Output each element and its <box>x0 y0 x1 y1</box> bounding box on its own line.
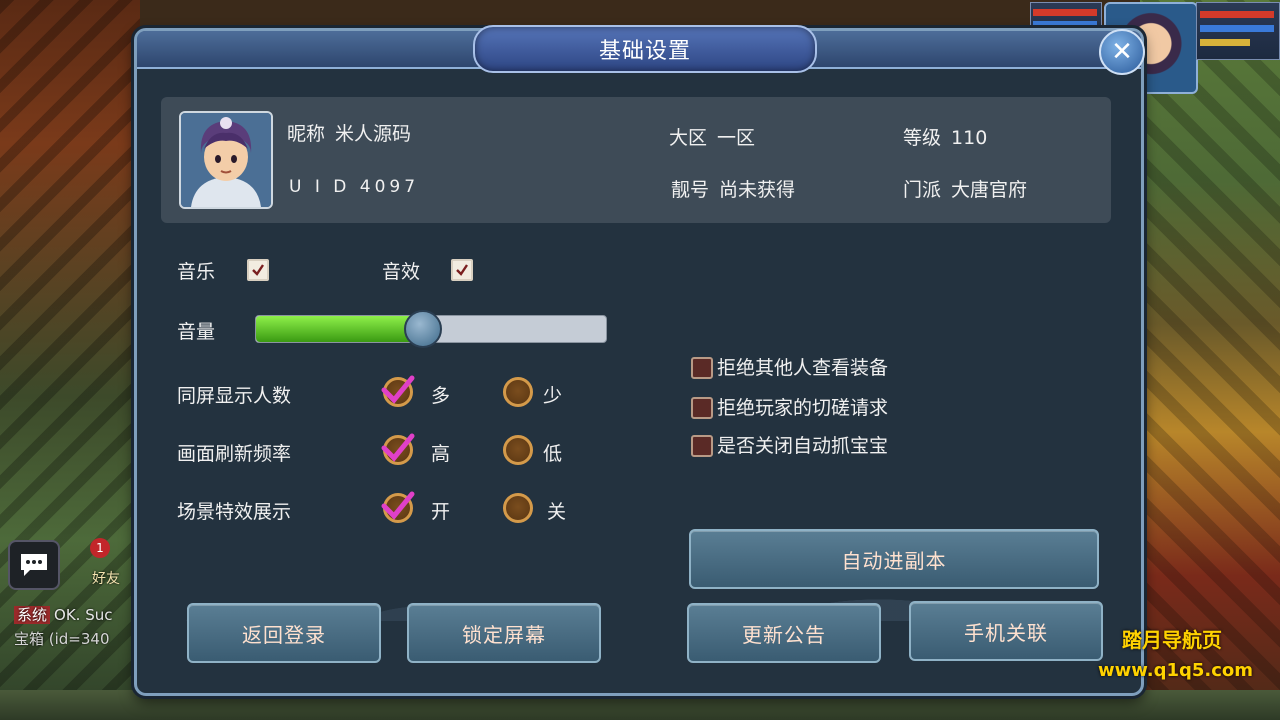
volume-fill <box>256 316 421 342</box>
option-2-b-label: 关 <box>547 501 567 523</box>
volume-slider[interactable] <box>255 310 607 348</box>
option-0-b-radio[interactable] <box>503 377 533 407</box>
sect-label: 门派 <box>903 179 942 201</box>
privacy-1-checkbox[interactable] <box>691 397 713 419</box>
region-row: 大区 一区 <box>669 123 755 150</box>
nickname-value: 米人源码 <box>335 123 412 145</box>
chat-bubble-icon <box>21 554 47 576</box>
magenta-check-icon <box>381 375 415 404</box>
region-value: 一区 <box>717 127 756 149</box>
level-row: 等级 110 <box>903 123 987 150</box>
nickname-row: 昵称 米人源码 <box>287 119 411 146</box>
option-2-a-radio[interactable] <box>381 491 415 523</box>
friend-badge: 1 <box>90 538 110 558</box>
close-icon: ✕ <box>1111 37 1133 67</box>
option-0-b-label: 少 <box>543 385 563 407</box>
option-2-b-radio[interactable] <box>503 493 533 523</box>
checkmark-icon <box>252 264 264 276</box>
player-sp-bar <box>1200 39 1250 46</box>
option-1-b-label: 低 <box>543 443 563 465</box>
lock-screen-button[interactable]: 锁定屏幕 <box>407 603 601 663</box>
privacy-1-label: 拒绝玩家的切磋请求 <box>717 397 889 419</box>
region-label: 大区 <box>669 127 708 149</box>
player-hp-bar <box>1200 11 1274 18</box>
character-avatar <box>179 111 273 209</box>
pet-mp-bar <box>1033 21 1097 28</box>
option-label: 场景特效展示 <box>177 501 292 523</box>
volume-knob[interactable] <box>403 310 442 348</box>
checkmark-icon <box>456 264 468 276</box>
title-row: 靓号 尚未获得 <box>671 175 795 202</box>
option-label: 同屏显示人数 <box>177 385 292 407</box>
system-chat-log: 系统 OK. Suc 宝箱 (id=340 <box>14 603 112 651</box>
sfx-label: 音效 <box>382 261 421 283</box>
level-value: 110 <box>951 127 988 149</box>
option-1-b-radio[interactable] <box>503 435 533 465</box>
title-label: 靓号 <box>671 179 710 201</box>
option-label: 画面刷新频率 <box>177 443 292 465</box>
music-checkbox[interactable] <box>247 259 269 281</box>
privacy-0-label: 拒绝其他人查看装备 <box>717 357 889 379</box>
option-2-a-label: 开 <box>431 501 451 523</box>
privacy-0-checkbox[interactable] <box>691 357 713 379</box>
profile-info-box: 昵称 米人源码 U I D 4097 大区 一区 靓号 尚未获得 等级 110 门派 大唐… <box>161 97 1111 223</box>
uid-value: U I D 4097 <box>289 177 420 197</box>
option-1-a-radio[interactable] <box>381 433 415 465</box>
watermark-title: 踏月导航页 <box>1122 628 1222 652</box>
watermark-url: www.q1q5.com <box>1098 660 1254 681</box>
sect-row: 门派 大唐官府 <box>903 175 1027 202</box>
volume-label: 音量 <box>177 321 216 343</box>
option-0-a-label: 多 <box>431 385 451 407</box>
title-value: 尚未获得 <box>719 179 796 201</box>
nickname-label: 昵称 <box>287 123 326 145</box>
character-portrait-icon <box>181 113 271 207</box>
friend-button[interactable]: 1 好友 <box>82 536 134 588</box>
scene-right-buildings <box>1140 0 1280 720</box>
pet-hp-bar <box>1033 9 1097 16</box>
magenta-check-icon <box>381 433 415 462</box>
panel-title: 基础设置 <box>473 25 817 73</box>
privacy-2-label: 是否关闭自动抓宝宝 <box>717 435 889 457</box>
player-mp-bar <box>1200 25 1274 32</box>
magenta-check-icon <box>381 491 415 520</box>
system-tag: 系统 <box>14 606 51 624</box>
update-notice-button[interactable]: 更新公告 <box>687 603 881 663</box>
close-button[interactable]: ✕ <box>1099 29 1145 75</box>
chat-button[interactable] <box>8 540 60 590</box>
privacy-2-checkbox[interactable] <box>691 435 713 457</box>
auto-dungeon-button[interactable]: 自动进副本 <box>689 529 1099 589</box>
system-line-1: OK. Suc <box>54 606 113 624</box>
level-label: 等级 <box>903 127 942 149</box>
sfx-checkbox[interactable] <box>451 259 473 281</box>
back-to-login-button[interactable]: 返回登录 <box>187 603 381 663</box>
phone-link-button[interactable]: 手机关联 <box>909 601 1103 661</box>
settings-panel: 基础设置 ✕ 昵称米人源码 U I D 4097 大区一区 靓号尚未获得 <box>134 25 1145 696</box>
sect-value: 大唐官府 <box>951 179 1028 201</box>
player-status-bars <box>1196 2 1280 60</box>
friend-label: 好友 <box>92 571 120 587</box>
music-label: 音乐 <box>177 261 216 283</box>
option-1-a-label: 高 <box>431 443 451 465</box>
system-line-2: 宝箱 (id=340 <box>14 630 110 648</box>
option-0-a-radio[interactable] <box>381 375 415 407</box>
